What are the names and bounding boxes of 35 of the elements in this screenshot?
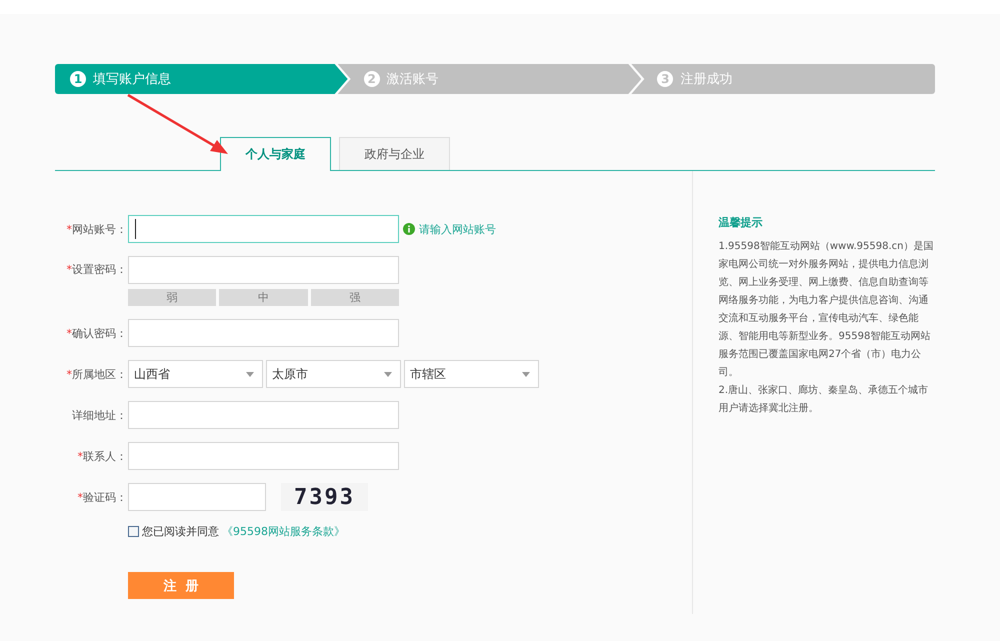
field-label: *联系人： — [76, 448, 128, 464]
text-input[interactable] — [128, 319, 399, 347]
strength-segment: 弱 — [128, 289, 216, 306]
text-input[interactable] — [128, 442, 399, 470]
field-label: *设置密码： — [66, 262, 128, 278]
agree-checkbox[interactable] — [128, 526, 139, 537]
field-label: *所属地区： — [66, 366, 128, 382]
captcha-image: 7393 — [281, 483, 368, 511]
info-icon — [403, 223, 415, 235]
field-label: 详细地址： — [71, 408, 128, 422]
strength-segment: 中 — [219, 289, 308, 306]
progress-step: 1 填写账户信息 — [55, 64, 348, 94]
field-label: *验证码： — [76, 490, 128, 504]
input-hint: 请输入网站账号 — [419, 222, 496, 236]
captcha-input[interactable] — [128, 483, 266, 511]
region-dropdown[interactable]: 市辖区 — [404, 360, 539, 388]
account-type-tab[interactable]: 政府与企业 — [339, 137, 450, 170]
tip-paragraph: 1.95598智能互动网站（www.95598.cn）是国家电网公司统一对外服务网站，提供电力信息浏览、网上业务受理、网上缴费、信息自助查询等网络服务功能，为电力客户提供信息咨询、沟通交流和互动服务平台，宣传电动汽车、绿色能源、智能用电等新型业务。95598智能互动网站服务范围已覆盖国家电网27个省（市）电力公司。 — [718, 240, 934, 380]
strength-segment: 强 — [310, 289, 399, 306]
agree-text: 您已阅读并同意 — [142, 524, 219, 539]
region-dropdown[interactable]: 山西省 — [128, 360, 263, 388]
progress-step: 3 注册成功 — [631, 64, 936, 94]
text-input[interactable] — [128, 401, 399, 429]
dropdown-caret-icon — [246, 372, 254, 376]
dropdown-caret-icon — [384, 372, 392, 376]
progress-step: 2 激活账号 — [338, 64, 642, 94]
account-type-tab[interactable]: 个人与家庭 — [220, 137, 331, 171]
field-label: *网站账号： — [66, 222, 128, 236]
text-input[interactable] — [128, 215, 399, 243]
tips-title: 温馨提示 — [718, 215, 764, 230]
tip-paragraph: 2.唐山、张家口、廊坊、秦皇岛、承德五个城市用户请选择冀北注册。 — [718, 384, 930, 416]
region-dropdown[interactable]: 太原市 — [266, 360, 401, 388]
password-input[interactable] — [128, 256, 399, 284]
dropdown-caret-icon — [522, 372, 530, 376]
field-label: *确认密码： — [66, 326, 128, 340]
